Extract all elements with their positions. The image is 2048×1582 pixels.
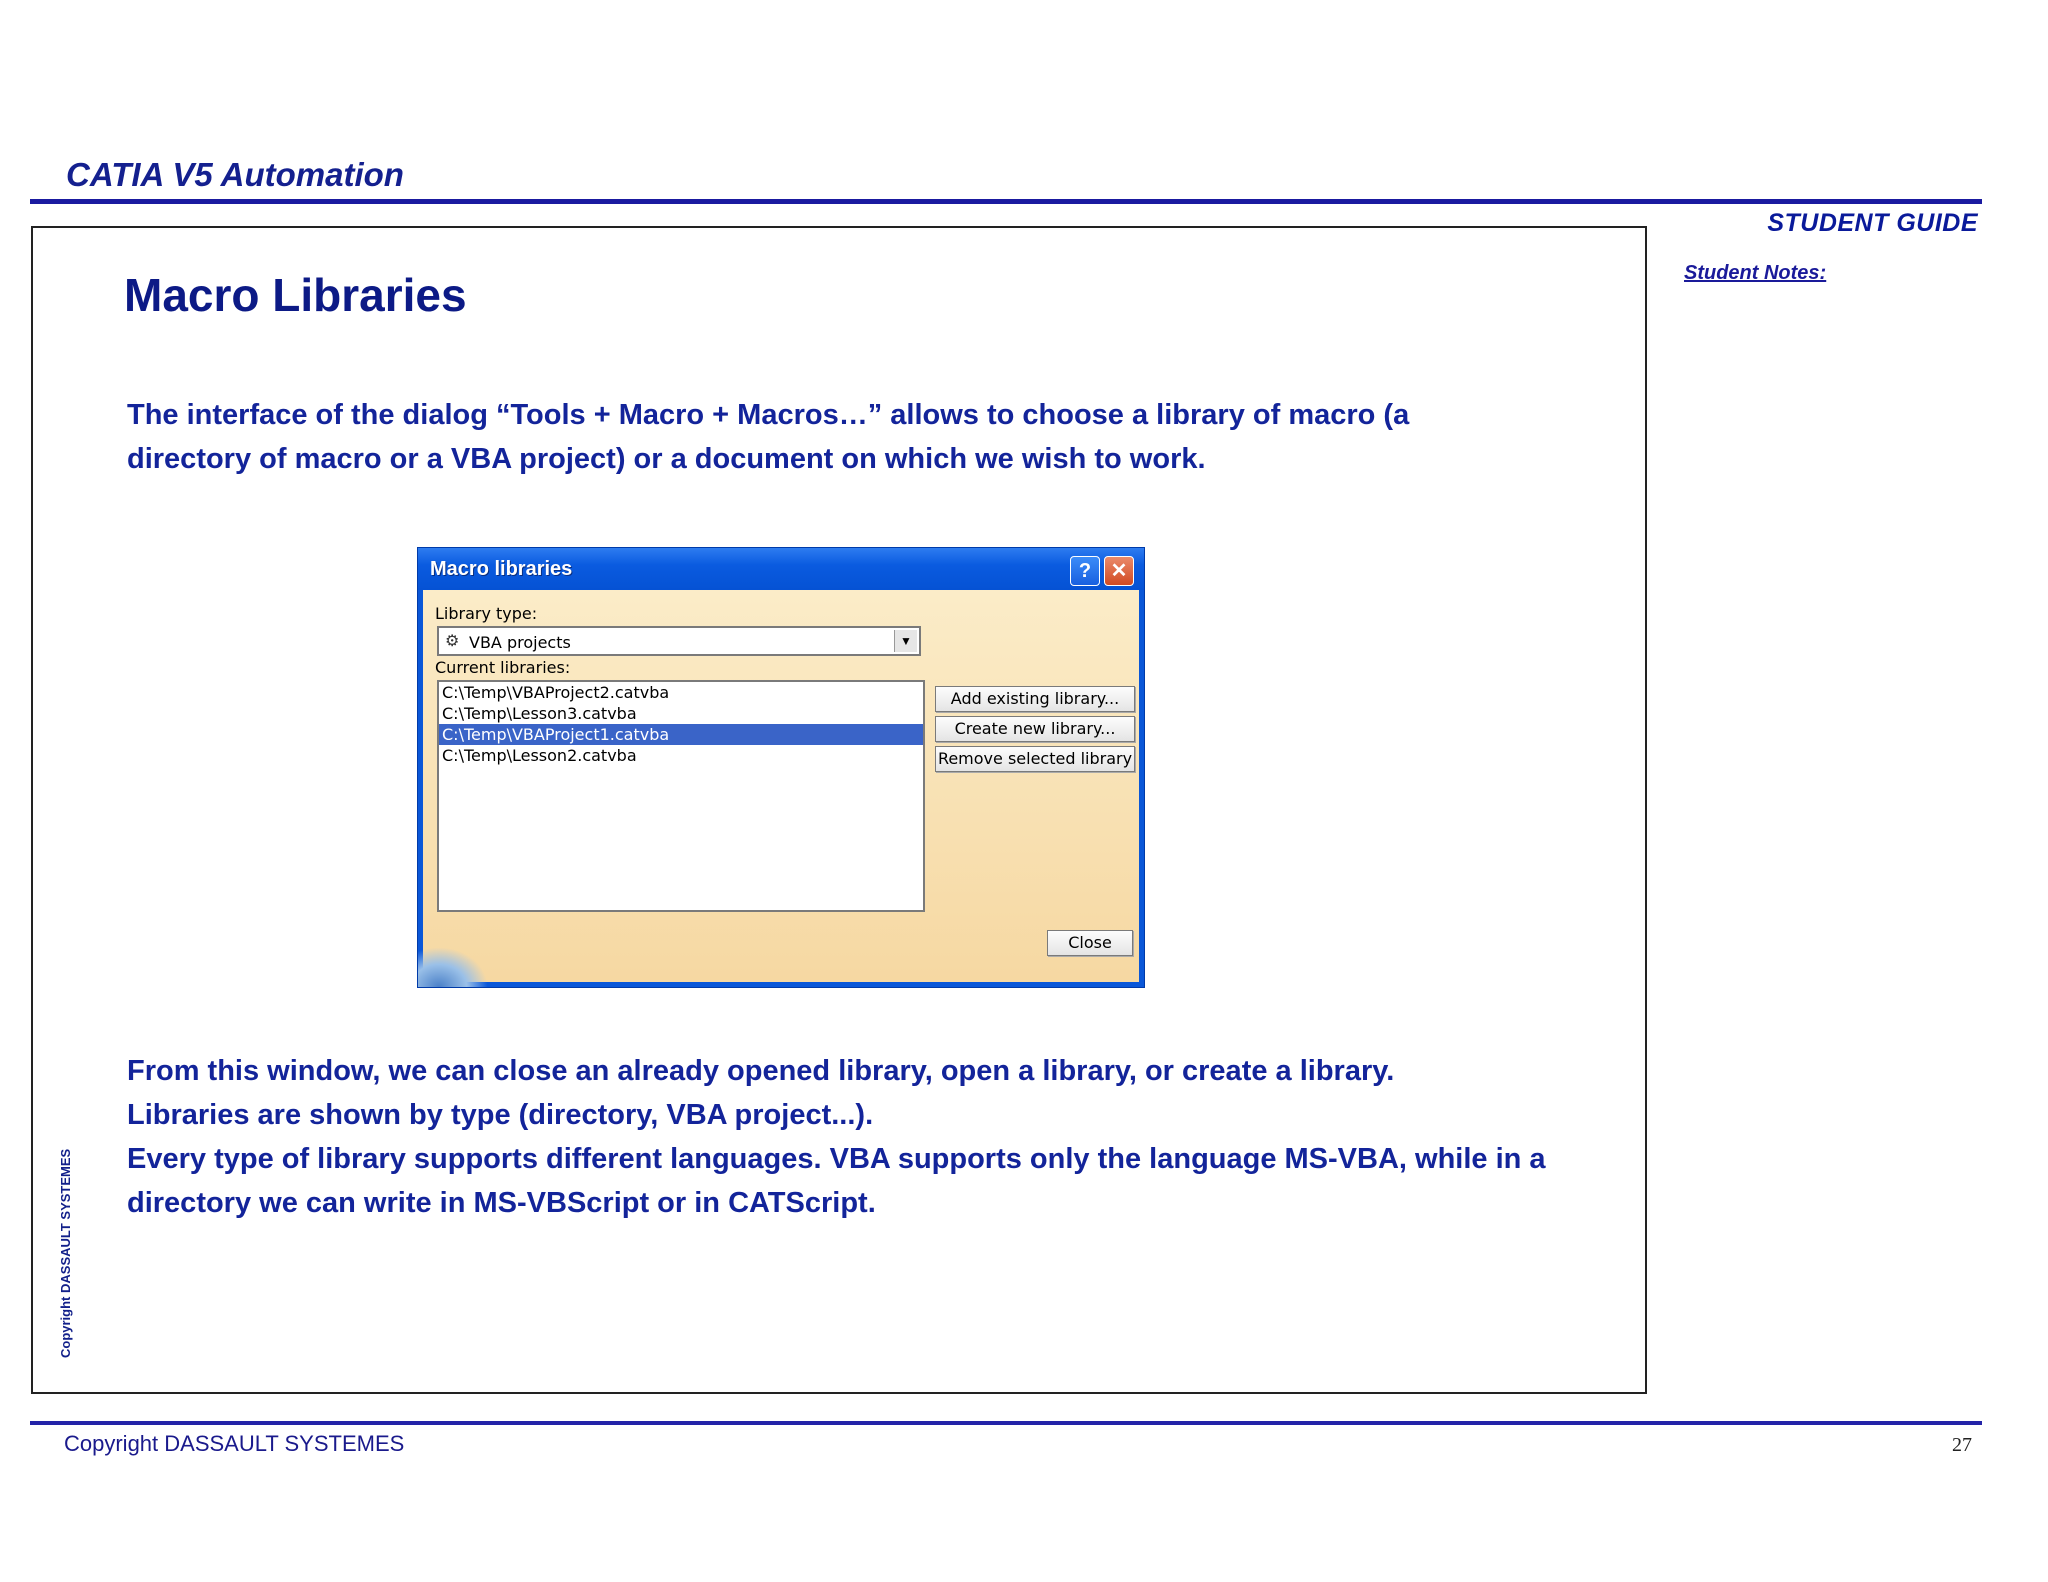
vertical-copyright: Copyright DASSAULT SYSTEMES [58,1148,73,1358]
close-window-icon[interactable]: ✕ [1104,556,1134,586]
macro-libraries-dialog: Macro libraries ? ✕ Library type: ⚙ VBA … [417,547,1145,988]
chevron-down-icon[interactable]: ▼ [894,630,917,652]
dialog-title: Macro libraries [430,558,573,580]
list-item-selected[interactable]: C:\Temp\VBAProject1.catvba [439,724,923,745]
body-line-2: Libraries are shown by type (directory, … [127,1099,874,1131]
slide-title: Macro Libraries [124,269,467,321]
close-button[interactable]: Close [1047,930,1133,956]
list-item[interactable]: C:\Temp\Lesson3.catvba [439,703,923,724]
dialog-titlebar: Macro libraries ? ✕ [418,548,1144,590]
header-title: CATIA V5 Automation [66,156,404,193]
dialog-body: Library type: ⚙ VBA projects ▼ Current l… [418,590,1139,987]
libraries-listbox[interactable]: C:\Temp\VBAProject2.catvba C:\Temp\Lesso… [437,680,925,912]
library-type-value: VBA projects [469,633,571,652]
vba-project-icon: ⚙ [445,633,460,650]
header-rule [30,199,1982,204]
student-guide-label: STUDENT GUIDE [1767,209,1978,237]
body-line-3: Every type of library supports different… [127,1143,1546,1219]
catia-logo-swoosh [418,947,488,987]
library-type-combo[interactable]: ⚙ VBA projects ▼ [437,626,921,656]
page-number: 27 [1952,1434,1972,1456]
list-item[interactable]: C:\Temp\VBAProject2.catvba [439,682,923,703]
current-libraries-label: Current libraries: [435,658,571,677]
intro-paragraph: The interface of the dialog “Tools + Mac… [127,399,1410,475]
footer-rule [30,1421,1982,1425]
list-item[interactable]: C:\Temp\Lesson2.catvba [439,745,923,766]
student-notes-label: Student Notes: [1684,262,1827,284]
library-type-label: Library type: [435,604,538,623]
remove-selected-library-button[interactable]: Remove selected library [935,746,1135,772]
create-new-library-button[interactable]: Create new library... [935,716,1135,742]
add-existing-library-button[interactable]: Add existing library... [935,686,1135,712]
body-paragraph: From this window, we can close an alread… [127,1049,1547,1225]
help-icon[interactable]: ? [1070,556,1100,586]
body-line-1: From this window, we can close an alread… [127,1055,1395,1087]
footer-copyright: Copyright DASSAULT SYSTEMES [64,1431,405,1456]
